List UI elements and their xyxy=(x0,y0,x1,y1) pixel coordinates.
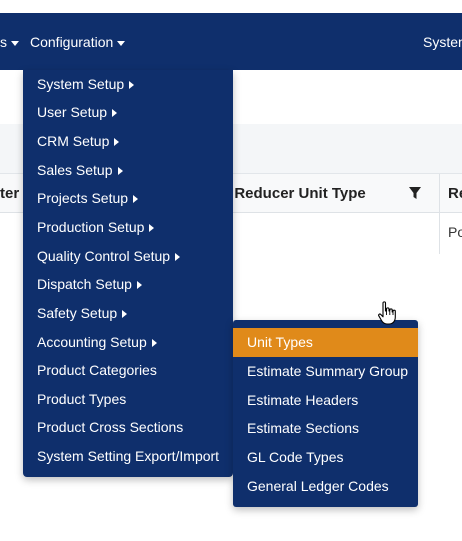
menu-item-label: User Setup xyxy=(37,104,108,120)
menu-item-product-categories[interactable]: Product Categories xyxy=(37,359,157,381)
top-navbar: s Configuration System xyxy=(0,13,462,70)
accounting-setup-submenu: Unit Types Estimate Summary Group Estima… xyxy=(233,320,418,507)
column-header-reducer-unit-type[interactable]: er Reducer Unit Type xyxy=(216,185,366,202)
nav-item-configuration-label: Configuration xyxy=(30,34,114,50)
nav-item-system[interactable]: System xyxy=(423,34,462,50)
menu-item-production-setup[interactable]: Production Setup xyxy=(37,216,155,238)
menu-item-product-cross-sections[interactable]: Product Cross Sections xyxy=(37,416,183,438)
menu-item-system-setup[interactable]: System Setup xyxy=(37,73,135,95)
menu-item-label: Projects Setup xyxy=(37,190,129,206)
caret-down-icon xyxy=(11,40,19,46)
menu-item-accounting-setup[interactable]: Accounting Setup xyxy=(37,331,157,353)
caret-right-icon xyxy=(112,109,118,118)
menu-item-label: CRM Setup xyxy=(37,133,110,149)
menu-item-product-types[interactable]: Product Types xyxy=(37,388,126,410)
menu-item-system-setting-export-import[interactable]: System Setting Export/Import xyxy=(37,445,219,467)
submenu-item-estimate-summary-group[interactable]: Estimate Summary Group xyxy=(233,357,418,386)
menu-item-label: Production Setup xyxy=(37,219,145,235)
submenu-item-unit-types[interactable]: Unit Types xyxy=(233,328,418,357)
menu-item-label: System Setup xyxy=(37,76,125,92)
nav-item-previous-label: s xyxy=(0,34,7,50)
nav-item-configuration[interactable]: Configuration xyxy=(30,34,126,50)
caret-right-icon xyxy=(151,339,157,348)
submenu-item-gl-code-types[interactable]: GL Code Types xyxy=(233,443,418,472)
hand-cursor-icon xyxy=(378,301,396,325)
caret-right-icon xyxy=(175,253,181,262)
caret-right-icon xyxy=(149,224,155,233)
caret-down-icon xyxy=(117,40,126,46)
caret-right-icon xyxy=(129,81,135,90)
menu-item-crm-setup[interactable]: CRM Setup xyxy=(37,130,120,152)
column-divider xyxy=(439,174,440,212)
menu-item-label: Product Types xyxy=(37,391,127,407)
menu-item-quality-control-setup[interactable]: Quality Control Setup xyxy=(37,245,181,267)
nav-item-previous[interactable]: s xyxy=(0,34,19,50)
column-header-left[interactable]: ter xyxy=(0,185,19,202)
menu-item-label: Product Categories xyxy=(37,362,157,378)
submenu-item-label: General Ledger Codes xyxy=(247,478,389,494)
menu-item-label: Accounting Setup xyxy=(37,334,147,350)
menu-item-label: Quality Control Setup xyxy=(37,248,171,264)
filter-icon[interactable] xyxy=(408,186,422,200)
cell-divider xyxy=(439,211,440,254)
nav-item-system-label: System xyxy=(423,34,462,50)
submenu-item-general-ledger-codes[interactable]: General Ledger Codes xyxy=(233,472,418,501)
submenu-item-estimate-sections[interactable]: Estimate Sections xyxy=(233,414,418,443)
configuration-dropdown: System Setup User Setup CRM Setup Sales … xyxy=(23,70,233,477)
caret-right-icon xyxy=(122,310,128,319)
submenu-item-label: Estimate Sections xyxy=(247,420,360,436)
table-cell: Po xyxy=(448,224,462,240)
column-header-right[interactable]: Re xyxy=(448,185,462,202)
submenu-item-label: Estimate Summary Group xyxy=(247,363,409,379)
menu-item-sales-setup[interactable]: Sales Setup xyxy=(37,159,123,181)
caret-right-icon xyxy=(136,281,142,290)
caret-right-icon xyxy=(117,167,123,176)
menu-item-label: Dispatch Setup xyxy=(37,276,132,292)
caret-right-icon xyxy=(133,195,139,204)
menu-item-label: Safety Setup xyxy=(37,305,118,321)
caret-right-icon xyxy=(114,138,120,147)
menu-item-user-setup[interactable]: User Setup xyxy=(37,101,118,123)
menu-item-label: Product Cross Sections xyxy=(37,419,184,435)
menu-item-dispatch-setup[interactable]: Dispatch Setup xyxy=(37,273,142,295)
submenu-item-label: Estimate Headers xyxy=(247,392,359,408)
menu-item-label: System Setting Export/Import xyxy=(37,448,220,464)
submenu-item-estimate-headers[interactable]: Estimate Headers xyxy=(233,386,418,415)
submenu-item-label: GL Code Types xyxy=(247,449,344,465)
menu-item-label: Sales Setup xyxy=(37,162,113,178)
submenu-item-label: Unit Types xyxy=(247,334,313,350)
menu-item-projects-setup[interactable]: Projects Setup xyxy=(37,187,139,209)
menu-item-safety-setup[interactable]: Safety Setup xyxy=(37,302,128,324)
